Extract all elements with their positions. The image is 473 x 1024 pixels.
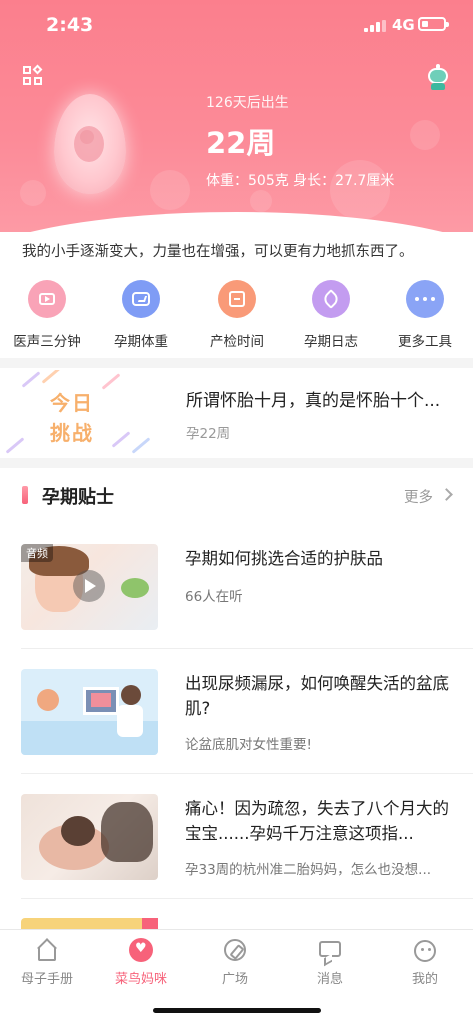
- tab-label: 我的: [411, 972, 438, 987]
- section-divider: [0, 358, 473, 368]
- pen-icon: [312, 280, 350, 318]
- list-divider: [21, 773, 473, 774]
- tips-header: 孕期贴士 更多: [0, 478, 473, 514]
- challenge-art-text: 今日 挑战: [50, 391, 94, 445]
- challenge-week: 孕22周: [186, 426, 231, 442]
- article-title: 痛心！因为疏忽，失去了八个月大的宝宝......孕妈千万注意这项指...: [185, 799, 449, 843]
- tool-label: 产检时间: [210, 334, 264, 350]
- tool-more[interactable]: 更多工具: [380, 280, 470, 350]
- article-subtitle: 66人在听: [185, 589, 243, 605]
- pregnancy-header: 2:43 4G 126天后出生 22周 体重：505克 身长：27.7厘米: [0, 0, 473, 232]
- tab-label: 消息: [316, 972, 343, 987]
- battery-icon: [418, 17, 449, 31]
- decor-bubble: [250, 190, 272, 212]
- birth-countdown: 126天后出生: [206, 95, 289, 111]
- status-time: 2:43: [46, 14, 94, 36]
- tool-label: 更多工具: [398, 334, 452, 350]
- article-item[interactable]: 出现尿频漏尿，如何唤醒失活的盆底肌? 论盆底肌对女性重要!: [0, 653, 473, 763]
- article-thumbnail: 音频: [21, 544, 158, 630]
- tool-pregnancy-diary[interactable]: 孕期日志: [286, 280, 376, 350]
- list-divider: [21, 648, 473, 649]
- home-icon: [35, 938, 59, 962]
- decor-bubble: [410, 120, 440, 150]
- tab-label: 菜鸟妈咪: [114, 972, 167, 987]
- tool-pregnancy-weight[interactable]: 孕期体重: [96, 280, 186, 350]
- decor-bubble: [20, 180, 46, 206]
- baby-description: 我的小手逐渐变大，力量也在增强，可以更有力地抓东西了。: [22, 244, 414, 260]
- tool-voice-3min[interactable]: 医声三分钟: [2, 280, 92, 350]
- decor-bubble: [330, 160, 390, 220]
- network-type: 4G: [392, 16, 415, 34]
- daily-challenge-card[interactable]: 今日 挑战 所谓怀胎十月，真的是怀胎十个... 孕22周: [0, 370, 473, 456]
- challenge-art: 今日 挑战: [0, 370, 162, 456]
- profile-icon: [413, 938, 437, 962]
- heart-icon: [129, 938, 153, 962]
- tab-label: 母子手册: [20, 972, 73, 987]
- baby-size: 体重：505克 身长：27.7厘米: [206, 173, 395, 189]
- decor-bubble: [150, 170, 190, 210]
- chevron-right-icon[interactable]: [440, 488, 453, 501]
- tool-label: 孕期日志: [304, 334, 358, 350]
- chat-icon: [318, 938, 342, 962]
- scale-icon: [122, 280, 160, 318]
- article-item[interactable]: 痛心！因为疏忽，失去了八个月大的宝宝......孕妈千万注意这项指... 孕33…: [0, 778, 473, 888]
- tab-mommy[interactable]: 菜鸟妈咪: [94, 938, 188, 987]
- tips-title: 孕期贴士: [42, 487, 114, 508]
- signal-icon: [364, 20, 386, 32]
- grid-menu-icon[interactable]: [23, 64, 43, 86]
- article-item[interactable]: 音频 孕期如何挑选合适的护肤品 66人在听: [0, 528, 473, 638]
- calendar-icon: [218, 280, 256, 318]
- status-bar: 2:43 4G: [0, 0, 473, 50]
- article-subtitle: 孕33周的杭州准二胎妈妈，怎么也没想...: [185, 862, 432, 878]
- tool-shortcuts: 医声三分钟 孕期体重 产检时间 孕期日志 更多工具: [0, 280, 473, 354]
- article-title: 孕期如何挑选合适的护肤品: [185, 549, 383, 568]
- fetus-icon: [74, 126, 104, 162]
- play-icon[interactable]: [73, 570, 105, 602]
- tool-label: 医声三分钟: [13, 334, 81, 350]
- compass-icon: [223, 938, 247, 962]
- tab-me[interactable]: 我的: [378, 938, 472, 987]
- challenge-title: 所谓怀胎十月，真的是怀胎十个...: [186, 391, 441, 411]
- list-divider: [21, 898, 473, 899]
- article-thumbnail: [21, 669, 158, 755]
- tab-label: 广场: [221, 972, 248, 987]
- article-title: 出现尿频漏尿，如何唤醒失活的盆底肌?: [185, 674, 449, 718]
- section-marker: [22, 486, 28, 504]
- tv-icon: [28, 280, 66, 318]
- tab-handbook[interactable]: 母子手册: [0, 938, 94, 987]
- article-thumbnail: [21, 794, 158, 880]
- more-icon: [406, 280, 444, 318]
- home-indicator: [153, 1008, 321, 1013]
- audio-badge: 音频: [21, 544, 53, 562]
- article-subtitle: 论盆底肌对女性重要!: [185, 737, 312, 753]
- tab-messages[interactable]: 消息: [283, 938, 377, 987]
- section-divider: [0, 458, 473, 468]
- pregnancy-weeks: 22周: [206, 126, 276, 160]
- tips-more-link[interactable]: 更多: [404, 486, 433, 507]
- tool-label: 孕期体重: [114, 334, 168, 350]
- robot-assistant-icon[interactable]: [426, 64, 450, 90]
- tool-checkup-time[interactable]: 产检时间: [192, 280, 282, 350]
- tab-square[interactable]: 广场: [188, 938, 282, 987]
